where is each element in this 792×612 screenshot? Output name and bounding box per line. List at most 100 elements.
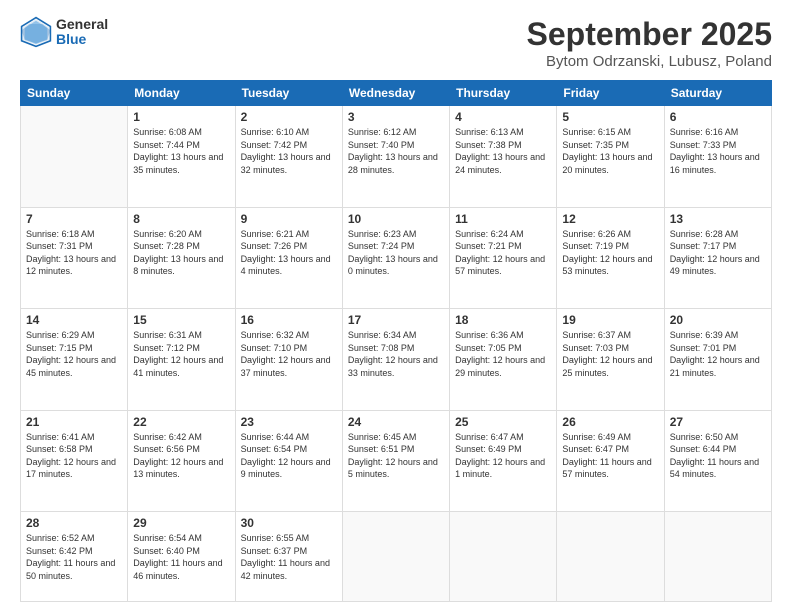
- calendar-cell: 12 Sunrise: 6:26 AM Sunset: 7:19 PM Dayli…: [557, 207, 664, 309]
- calendar-cell: 6 Sunrise: 6:16 AM Sunset: 7:33 PM Daylig…: [664, 106, 771, 208]
- day-number: 28: [26, 516, 122, 530]
- calendar-cell: 20 Sunrise: 6:39 AM Sunset: 7:01 PM Dayli…: [664, 309, 771, 411]
- logo-blue-text: Blue: [56, 32, 108, 47]
- day-info: Sunrise: 6:15 AM Sunset: 7:35 PM Dayligh…: [562, 126, 658, 176]
- calendar-cell: 9 Sunrise: 6:21 AM Sunset: 7:26 PM Daylig…: [235, 207, 342, 309]
- calendar-cell: 21 Sunrise: 6:41 AM Sunset: 6:58 PM Dayli…: [21, 410, 128, 512]
- day-number: 7: [26, 212, 122, 226]
- day-number: 16: [241, 313, 337, 327]
- calendar-cell: 23Sunrise: 6:44 AM Sunset: 6:54 PM Dayli…: [235, 410, 342, 512]
- day-number: 24: [348, 415, 444, 429]
- month-title: September 2025: [527, 16, 772, 53]
- calendar-cell: 28Sunrise: 6:52 AM Sunset: 6:42 PM Dayli…: [21, 512, 128, 602]
- calendar-week-3: 14 Sunrise: 6:29 AM Sunset: 7:15 PM Dayli…: [21, 309, 772, 411]
- day-number: 21: [26, 415, 122, 429]
- day-info: Sunrise: 6:26 AM Sunset: 7:19 PM Dayligh…: [562, 228, 658, 278]
- calendar-cell: [21, 106, 128, 208]
- weekday-header-sunday: Sunday: [21, 81, 128, 106]
- calendar-cell: 19 Sunrise: 6:37 AM Sunset: 7:03 PM Dayli…: [557, 309, 664, 411]
- day-number: 27: [670, 415, 766, 429]
- calendar-cell: 27 Sunrise: 6:50 AM Sunset: 6:44 PM Dayli…: [664, 410, 771, 512]
- day-number: 22: [133, 415, 229, 429]
- day-info: Sunrise: 6:36 AM Sunset: 7:05 PM Dayligh…: [455, 329, 551, 379]
- day-info: Sunrise: 6:54 AM Sunset: 6:40 PM Dayligh…: [133, 532, 229, 582]
- calendar-cell: 25 Sunrise: 6:47 AM Sunset: 6:49 PM Dayli…: [450, 410, 557, 512]
- day-info: Sunrise: 6:24 AM Sunset: 7:21 PM Dayligh…: [455, 228, 551, 278]
- calendar-cell: 18 Sunrise: 6:36 AM Sunset: 7:05 PM Dayli…: [450, 309, 557, 411]
- calendar-cell: [664, 512, 771, 602]
- day-number: 12: [562, 212, 658, 226]
- calendar-cell: 14 Sunrise: 6:29 AM Sunset: 7:15 PM Dayli…: [21, 309, 128, 411]
- location: Bytom Odrzanski, Lubusz, Poland: [527, 53, 772, 70]
- day-info: Sunrise: 6:16 AM Sunset: 7:33 PM Dayligh…: [670, 126, 766, 176]
- calendar-cell: 11Sunrise: 6:24 AM Sunset: 7:21 PM Dayli…: [450, 207, 557, 309]
- day-info: Sunrise: 6:50 AM Sunset: 6:44 PM Dayligh…: [670, 431, 766, 481]
- day-number: 26: [562, 415, 658, 429]
- calendar-cell: [557, 512, 664, 602]
- calendar-header: SundayMondayTuesdayWednesdayThursdayFrid…: [21, 81, 772, 106]
- weekday-header-wednesday: Wednesday: [342, 81, 449, 106]
- day-info: Sunrise: 6:39 AM Sunset: 7:01 PM Dayligh…: [670, 329, 766, 379]
- day-info: Sunrise: 6:55 AM Sunset: 6:37 PM Dayligh…: [241, 532, 337, 582]
- day-info: Sunrise: 6:18 AM Sunset: 7:31 PM Dayligh…: [26, 228, 122, 278]
- weekday-header-friday: Friday: [557, 81, 664, 106]
- day-number: 17: [348, 313, 444, 327]
- day-number: 14: [26, 313, 122, 327]
- weekday-header-row: SundayMondayTuesdayWednesdayThursdayFrid…: [21, 81, 772, 106]
- day-number: 2: [241, 110, 337, 124]
- day-info: Sunrise: 6:23 AM Sunset: 7:24 PM Dayligh…: [348, 228, 444, 278]
- day-number: 9: [241, 212, 337, 226]
- logo: General Blue: [20, 16, 108, 48]
- calendar-cell: 15Sunrise: 6:31 AM Sunset: 7:12 PM Dayli…: [128, 309, 235, 411]
- calendar-week-4: 21 Sunrise: 6:41 AM Sunset: 6:58 PM Dayli…: [21, 410, 772, 512]
- day-info: Sunrise: 6:44 AM Sunset: 6:54 PM Dayligh…: [241, 431, 337, 481]
- calendar-body: 1Sunrise: 6:08 AM Sunset: 7:44 PM Daylig…: [21, 106, 772, 602]
- day-info: Sunrise: 6:29 AM Sunset: 7:15 PM Dayligh…: [26, 329, 122, 379]
- calendar-cell: 16Sunrise: 6:32 AM Sunset: 7:10 PM Dayli…: [235, 309, 342, 411]
- day-info: Sunrise: 6:21 AM Sunset: 7:26 PM Dayligh…: [241, 228, 337, 278]
- day-info: Sunrise: 6:45 AM Sunset: 6:51 PM Dayligh…: [348, 431, 444, 481]
- weekday-header-thursday: Thursday: [450, 81, 557, 106]
- logo-general-text: General: [56, 17, 108, 32]
- day-info: Sunrise: 6:49 AM Sunset: 6:47 PM Dayligh…: [562, 431, 658, 481]
- calendar-cell: 3Sunrise: 6:12 AM Sunset: 7:40 PM Daylig…: [342, 106, 449, 208]
- header: General Blue September 2025 Bytom Odrzan…: [20, 16, 772, 70]
- day-info: Sunrise: 6:47 AM Sunset: 6:49 PM Dayligh…: [455, 431, 551, 481]
- weekday-header-tuesday: Tuesday: [235, 81, 342, 106]
- day-info: Sunrise: 6:28 AM Sunset: 7:17 PM Dayligh…: [670, 228, 766, 278]
- calendar-table: SundayMondayTuesdayWednesdayThursdayFrid…: [20, 80, 772, 602]
- day-number: 1: [133, 110, 229, 124]
- day-number: 30: [241, 516, 337, 530]
- calendar-cell: 22 Sunrise: 6:42 AM Sunset: 6:56 PM Dayli…: [128, 410, 235, 512]
- calendar-week-2: 7 Sunrise: 6:18 AM Sunset: 7:31 PM Daylig…: [21, 207, 772, 309]
- day-number: 15: [133, 313, 229, 327]
- calendar-cell: 1Sunrise: 6:08 AM Sunset: 7:44 PM Daylig…: [128, 106, 235, 208]
- day-number: 4: [455, 110, 551, 124]
- day-number: 10: [348, 212, 444, 226]
- day-number: 19: [562, 313, 658, 327]
- day-info: Sunrise: 6:42 AM Sunset: 6:56 PM Dayligh…: [133, 431, 229, 481]
- day-info: Sunrise: 6:37 AM Sunset: 7:03 PM Dayligh…: [562, 329, 658, 379]
- day-number: 3: [348, 110, 444, 124]
- calendar-cell: 4Sunrise: 6:13 AM Sunset: 7:38 PM Daylig…: [450, 106, 557, 208]
- day-info: Sunrise: 6:10 AM Sunset: 7:42 PM Dayligh…: [241, 126, 337, 176]
- calendar-cell: 29 Sunrise: 6:54 AM Sunset: 6:40 PM Dayli…: [128, 512, 235, 602]
- weekday-header-saturday: Saturday: [664, 81, 771, 106]
- calendar-cell: 13Sunrise: 6:28 AM Sunset: 7:17 PM Dayli…: [664, 207, 771, 309]
- day-number: 25: [455, 415, 551, 429]
- day-number: 29: [133, 516, 229, 530]
- calendar-cell: 2 Sunrise: 6:10 AM Sunset: 7:42 PM Daylig…: [235, 106, 342, 208]
- calendar-cell: 24 Sunrise: 6:45 AM Sunset: 6:51 PM Dayli…: [342, 410, 449, 512]
- calendar-cell: 10 Sunrise: 6:23 AM Sunset: 7:24 PM Dayli…: [342, 207, 449, 309]
- day-info: Sunrise: 6:20 AM Sunset: 7:28 PM Dayligh…: [133, 228, 229, 278]
- logo-icon: [20, 16, 52, 48]
- day-number: 6: [670, 110, 766, 124]
- day-number: 8: [133, 212, 229, 226]
- calendar-cell: [450, 512, 557, 602]
- day-number: 18: [455, 313, 551, 327]
- calendar-cell: 8 Sunrise: 6:20 AM Sunset: 7:28 PM Daylig…: [128, 207, 235, 309]
- calendar-cell: 17Sunrise: 6:34 AM Sunset: 7:08 PM Dayli…: [342, 309, 449, 411]
- day-info: Sunrise: 6:41 AM Sunset: 6:58 PM Dayligh…: [26, 431, 122, 481]
- day-number: 20: [670, 313, 766, 327]
- title-block: September 2025 Bytom Odrzanski, Lubusz, …: [527, 16, 772, 70]
